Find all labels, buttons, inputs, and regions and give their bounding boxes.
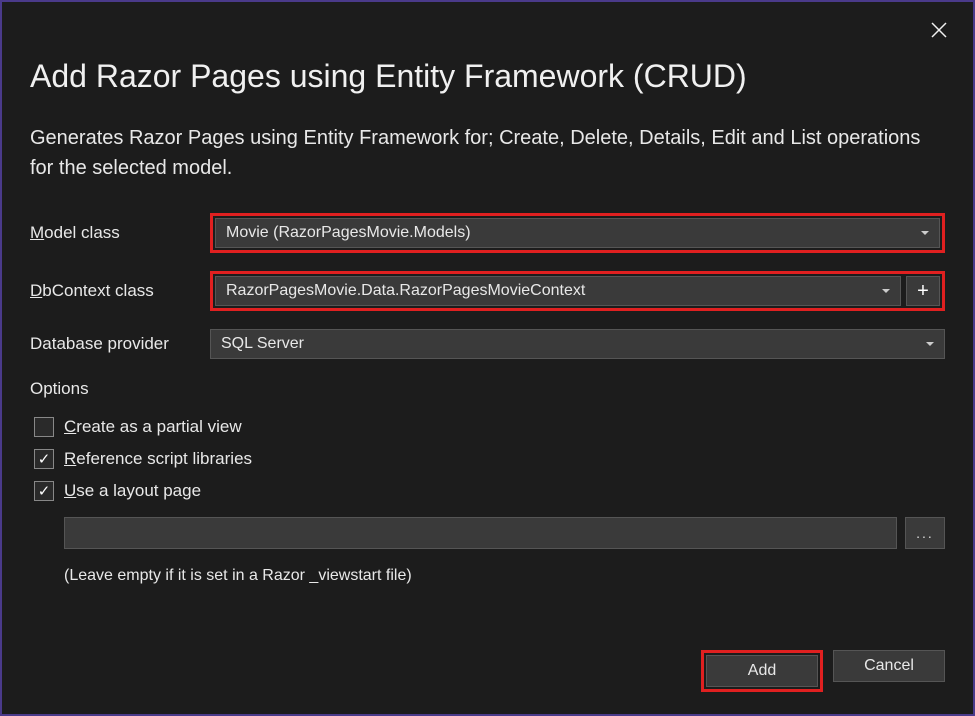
dialog-description: Generates Razor Pages using Entity Frame… [30, 123, 945, 183]
dialog-title: Add Razor Pages using Entity Framework (… [30, 58, 945, 95]
use-layout-label: Use a layout page [64, 481, 201, 501]
options-heading: Options [30, 379, 945, 399]
layout-path-input[interactable] [64, 517, 897, 549]
layout-hint: (Leave empty if it is set in a Razor _vi… [64, 567, 945, 585]
dbprovider-label: Database provider [30, 334, 210, 354]
partial-view-option: Create as a partial view [34, 417, 945, 437]
layout-path-row: ... [64, 517, 945, 549]
add-button[interactable]: Add [706, 655, 818, 687]
close-button[interactable] [919, 10, 959, 50]
use-layout-option: Use a layout page [34, 481, 945, 501]
reference-scripts-option: Reference script libraries [34, 449, 945, 469]
dbcontext-dropdown[interactable]: RazorPagesMovie.Data.RazorPagesMovieCont… [215, 276, 901, 306]
model-class-value: Movie (RazorPagesMovie.Models) [226, 224, 471, 242]
partial-view-checkbox[interactable] [34, 417, 54, 437]
chevron-down-icon [921, 231, 929, 235]
model-class-row: Model class Movie (RazorPagesMovie.Model… [30, 213, 945, 253]
close-icon [931, 22, 947, 38]
reference-scripts-checkbox[interactable] [34, 449, 54, 469]
browse-layout-button[interactable]: ... [905, 517, 945, 549]
chevron-down-icon [926, 342, 934, 346]
dbprovider-row: Database provider SQL Server [30, 329, 945, 359]
partial-view-label: Create as a partial view [64, 417, 242, 437]
dbprovider-value: SQL Server [221, 335, 304, 353]
dbprovider-dropdown[interactable]: SQL Server [210, 329, 945, 359]
model-class-label: Model class [30, 223, 210, 243]
cancel-button[interactable]: Cancel [833, 650, 945, 682]
reference-scripts-label: Reference script libraries [64, 449, 252, 469]
use-layout-checkbox[interactable] [34, 481, 54, 501]
add-dbcontext-button[interactable]: + [906, 276, 940, 306]
dialog-buttons: Add Cancel [701, 650, 945, 692]
dbcontext-label: DbContext class [30, 281, 210, 301]
dbcontext-row: DbContext class RazorPagesMovie.Data.Raz… [30, 271, 945, 311]
chevron-down-icon [882, 289, 890, 293]
model-class-dropdown[interactable]: Movie (RazorPagesMovie.Models) [215, 218, 940, 248]
dbcontext-value: RazorPagesMovie.Data.RazorPagesMovieCont… [226, 282, 585, 300]
